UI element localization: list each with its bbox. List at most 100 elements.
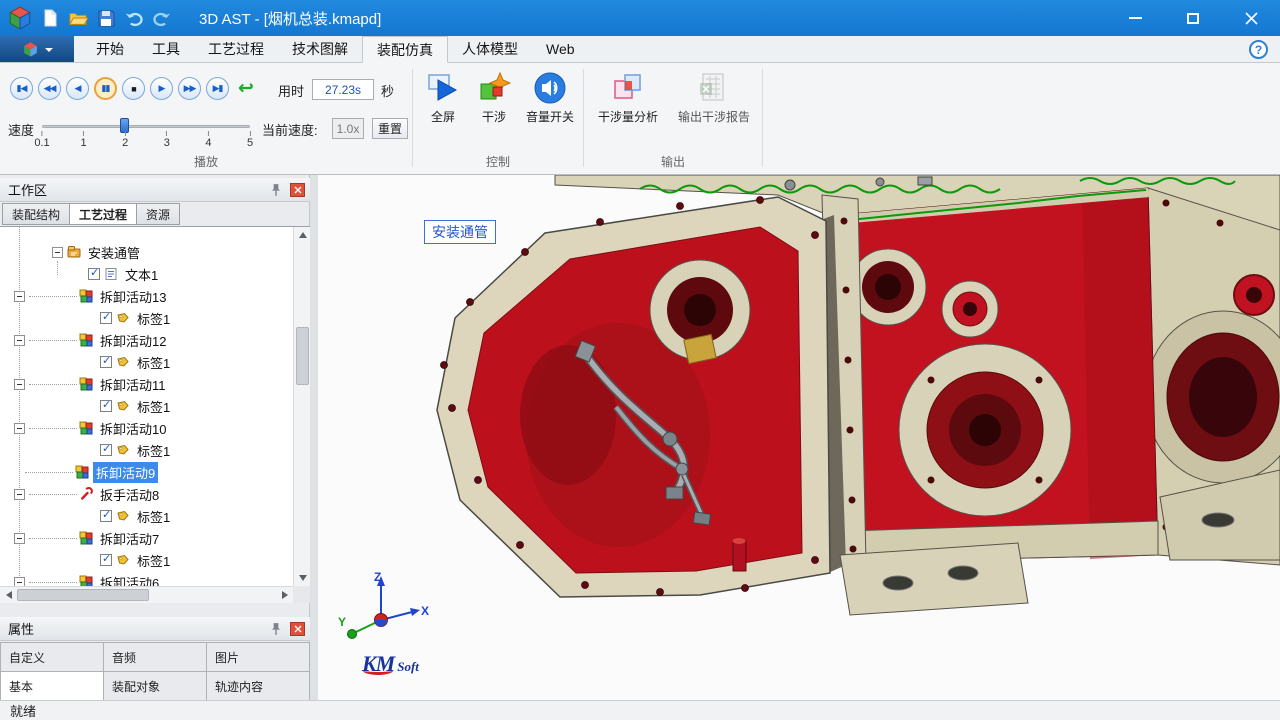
tree-expander-minus[interactable] [14,335,25,346]
tree-row[interactable]: 标签1 [0,351,293,373]
arrow-down-icon [299,575,307,585]
volume-toggle-button[interactable]: 音量开关 [518,71,582,125]
properties-close-button[interactable] [290,622,305,636]
tree-expander-minus[interactable] [14,533,25,544]
tree-row[interactable]: 拆卸活动7 [0,527,293,549]
workspace-panel-header: 工作区 [0,178,310,202]
speed-slider-track[interactable] [42,125,250,128]
ribbon-tab-assembly-simulation[interactable]: 装配仿真 [362,36,448,63]
properties-tab-custom[interactable]: 自定义 [1,643,104,672]
playback-play-backward-button[interactable]: ◀ [66,77,89,100]
scroll-down-button[interactable] [294,570,310,586]
save-icon[interactable] [94,7,117,30]
ribbon-tab-process[interactable]: 工艺过程 [194,36,278,62]
interference-analysis-button[interactable]: 干涉量分析 [590,71,666,125]
checkbox[interactable] [88,268,100,280]
tree-expander-minus[interactable] [14,379,25,390]
pin-icon[interactable] [269,183,283,197]
panel-splitter[interactable] [310,175,318,700]
properties-tab-track-content[interactable]: 轨迹内容 [207,672,310,701]
tree-row[interactable]: 拆卸活动6 [0,571,293,586]
tree-expander-minus[interactable] [14,577,25,587]
tree-row[interactable]: 拆卸活动12 [0,329,293,351]
playback-replay-button[interactable]: ↩ [234,77,258,100]
pin-icon[interactable] [269,622,283,636]
tree-expander-minus[interactable] [52,247,63,258]
help-button[interactable]: ? [1249,40,1268,59]
vertical-scrollbar[interactable] [293,227,310,586]
ribbon-tab-row: 开始工具工艺过程技术图解装配仿真人体模型Web ? [0,36,1280,63]
scroll-right-button[interactable] [276,587,293,603]
tree-row[interactable]: 拆卸活动11 [0,373,293,395]
playback-play-button[interactable]: ▶ [150,77,173,100]
tree-row[interactable]: 拆卸活动10 [0,417,293,439]
tree-row[interactable]: 标签1 [0,505,293,527]
3d-viewport[interactable]: 安装通管 Z X Y KM Soft [318,175,1280,700]
workspace-tab-resources[interactable]: 资源 [136,203,180,225]
workspace-tab-assembly-structure[interactable]: 装配结构 [2,203,70,225]
tree-row[interactable]: 安装通管 [0,241,293,263]
interference-button[interactable]: 干涉 [472,71,516,125]
status-text: 就绪 [10,701,36,720]
tree-row[interactable]: 标签1 [0,395,293,417]
checkbox[interactable] [100,510,112,522]
playback-pause-button[interactable]: ▮▮ [94,77,117,100]
tree-item-label: 拆卸活动6 [97,572,162,587]
horizontal-scrollbar-thumb[interactable] [17,589,149,601]
checkbox[interactable] [100,444,112,456]
workspace-tab-process[interactable]: 工艺过程 [69,203,137,225]
tree-expander-minus[interactable] [14,423,25,434]
ribbon-tab-tech-illustration[interactable]: 技术图解 [278,36,362,62]
playback-fast-backward-button[interactable]: ◀◀ [38,77,61,100]
checkbox[interactable] [100,312,112,324]
workspace-close-button[interactable] [290,183,305,197]
maximize-button[interactable] [1164,0,1222,36]
tree-item-label: 标签1 [134,352,173,373]
reset-speed-button[interactable]: 重置 [372,118,408,139]
tree-row[interactable]: 文本1 [0,263,293,285]
properties-tab-audio[interactable]: 音频 [104,643,207,672]
tree-expander-minus[interactable] [14,489,25,500]
vertical-scrollbar-thumb[interactable] [296,327,309,385]
wrench-icon [79,487,93,501]
ribbon-tab-web[interactable]: Web [532,36,589,62]
tree-row[interactable]: 标签1 [0,549,293,571]
axis-y-label: Y [338,615,346,629]
tree-row[interactable]: 拆卸活动13 [0,285,293,307]
tree-expander-minus[interactable] [14,291,25,302]
undo-icon[interactable] [122,7,145,30]
ribbon-tab-human-model[interactable]: 人体模型 [448,36,532,62]
properties-tab-basic[interactable]: 基本 [1,672,104,701]
checkbox[interactable] [100,356,112,368]
disassembly-icon [79,333,93,347]
properties-tab-assembly-object[interactable]: 装配对象 [104,672,207,701]
horizontal-scrollbar[interactable] [0,586,293,603]
open-folder-icon[interactable] [66,7,89,30]
checkbox[interactable] [100,554,112,566]
minimize-icon [1129,17,1142,19]
tree-dotted-connector [29,582,77,583]
checkbox[interactable] [100,400,112,412]
tree-row[interactable]: 扳手活动8 [0,483,293,505]
playback-go-last-button[interactable]: ▶▮ [206,77,229,100]
ribbon-tab-tools[interactable]: 工具 [138,36,194,62]
properties-tab-image[interactable]: 图片 [207,643,310,672]
playback-stop-button[interactable]: ■ [122,77,145,100]
3d-model-render[interactable] [318,175,1280,700]
minimize-button[interactable] [1106,0,1164,36]
scroll-up-button[interactable] [294,227,310,243]
playback-fast-forward-button[interactable]: ▶▶ [178,77,201,100]
group-separator [583,69,584,167]
redo-icon[interactable] [150,7,173,30]
app-menu-button[interactable] [0,36,74,62]
ribbon-tab-start[interactable]: 开始 [82,36,138,62]
scroll-left-button[interactable] [0,587,17,603]
playback-go-first-button[interactable]: ▮◀ [10,77,33,100]
tree-row[interactable]: 标签1 [0,439,293,461]
fullscreen-button[interactable]: 全屏 [420,71,466,125]
tree-row[interactable]: 标签1 [0,307,293,329]
close-button[interactable] [1222,0,1280,36]
output-interference-report-button[interactable]: 输出干涉报告 [668,71,760,125]
tree-row[interactable]: 拆卸活动9 [0,461,293,483]
new-document-icon[interactable] [38,7,61,30]
